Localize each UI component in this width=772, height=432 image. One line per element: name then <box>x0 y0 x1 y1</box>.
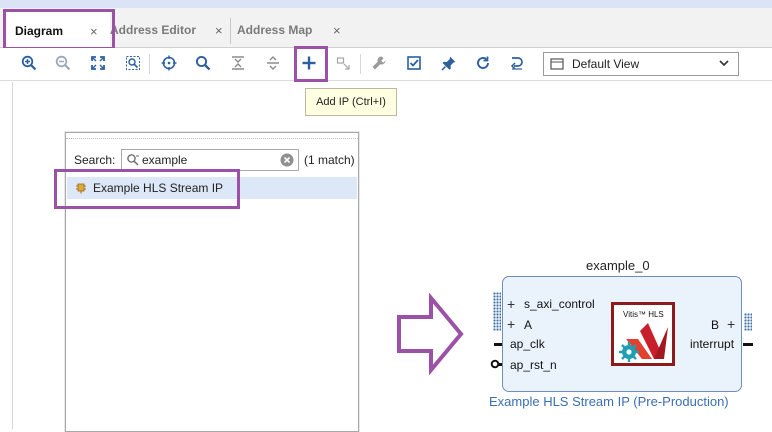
tab-address-editor[interactable]: Address Editor × <box>110 12 228 48</box>
search-icon[interactable] <box>192 52 214 74</box>
ip-block-caption: Example HLS Stream IP (Pre-Production) <box>489 394 729 409</box>
axis-out-bus-connector[interactable] <box>744 313 752 331</box>
pin-icon[interactable] <box>438 52 460 74</box>
zoom-out-icon[interactable] <box>52 52 74 74</box>
popup-drag-bar[interactable] <box>66 133 358 139</box>
pin-b: B <box>711 318 720 332</box>
pin-a: A <box>524 318 533 332</box>
tab-highlight-box <box>3 9 115 50</box>
ip-search-field[interactable] <box>121 149 299 171</box>
match-count: (1 match) <box>304 153 355 167</box>
canvas-left-border <box>12 82 13 429</box>
view-select[interactable]: Default View <box>543 52 739 76</box>
expand-plus-icon[interactable]: + <box>727 317 735 331</box>
refresh-icon[interactable] <box>472 52 494 74</box>
axis-bus-connector[interactable] <box>493 313 501 331</box>
clear-search-icon[interactable] <box>280 153 294 167</box>
expand-icon[interactable] <box>262 52 284 74</box>
validate-icon[interactable] <box>403 52 425 74</box>
interrupt-pin-line[interactable] <box>743 343 753 346</box>
add-ip-tooltip: Add IP (Ctrl+I) <box>305 88 397 116</box>
search-label: Search: <box>74 153 116 167</box>
expand-plus-icon[interactable]: + <box>507 297 515 311</box>
expand-plus-icon[interactable]: + <box>507 317 515 331</box>
pin-interrupt: interrupt <box>690 337 735 351</box>
tab-address-editor-label: Address Editor <box>110 23 197 37</box>
zoom-area-icon[interactable] <box>122 52 144 74</box>
window-top-strip <box>0 0 772 8</box>
fit-view-icon[interactable] <box>87 52 109 74</box>
ip-search-input[interactable] <box>140 153 270 167</box>
axi-bus-connector[interactable] <box>493 292 501 314</box>
toolbar-separator <box>360 54 361 74</box>
search-icon <box>127 154 139 166</box>
logo-text: Vitis™ HLS <box>623 310 664 319</box>
layout-icon <box>550 58 564 70</box>
vitis-logo-graphic-icon <box>619 323 668 362</box>
collapse-icon[interactable] <box>227 52 249 74</box>
tab-address-map[interactable]: Address Map × <box>230 12 348 48</box>
reset-bubble-icon <box>490 359 500 369</box>
wrench-icon[interactable] <box>368 52 390 74</box>
ip-instance-name: example_0 <box>586 258 650 273</box>
pin-s-axi-control: s_axi_control <box>524 297 595 311</box>
result-highlight-box <box>54 169 240 209</box>
view-select-value: Default View <box>572 57 640 71</box>
right-arrow-icon <box>397 293 464 375</box>
target-icon[interactable] <box>158 52 180 74</box>
toolbar-separator <box>149 54 150 74</box>
tab-close-icon[interactable]: × <box>333 23 341 38</box>
chevron-down-icon <box>719 60 729 67</box>
clk-pin-line[interactable] <box>494 343 502 346</box>
tab-close-icon[interactable]: × <box>215 23 223 38</box>
vitis-hls-logo: Vitis™ HLS <box>611 302 675 366</box>
move-icon[interactable] <box>333 52 355 74</box>
pin-ap-rst-n: ap_rst_n <box>510 358 557 372</box>
regenerate-icon[interactable] <box>506 52 528 74</box>
add-ip-highlight-box <box>294 46 328 82</box>
pin-ap-clk: ap_clk <box>510 337 545 351</box>
tab-address-map-label: Address Map <box>237 23 313 37</box>
zoom-in-icon[interactable] <box>18 52 40 74</box>
